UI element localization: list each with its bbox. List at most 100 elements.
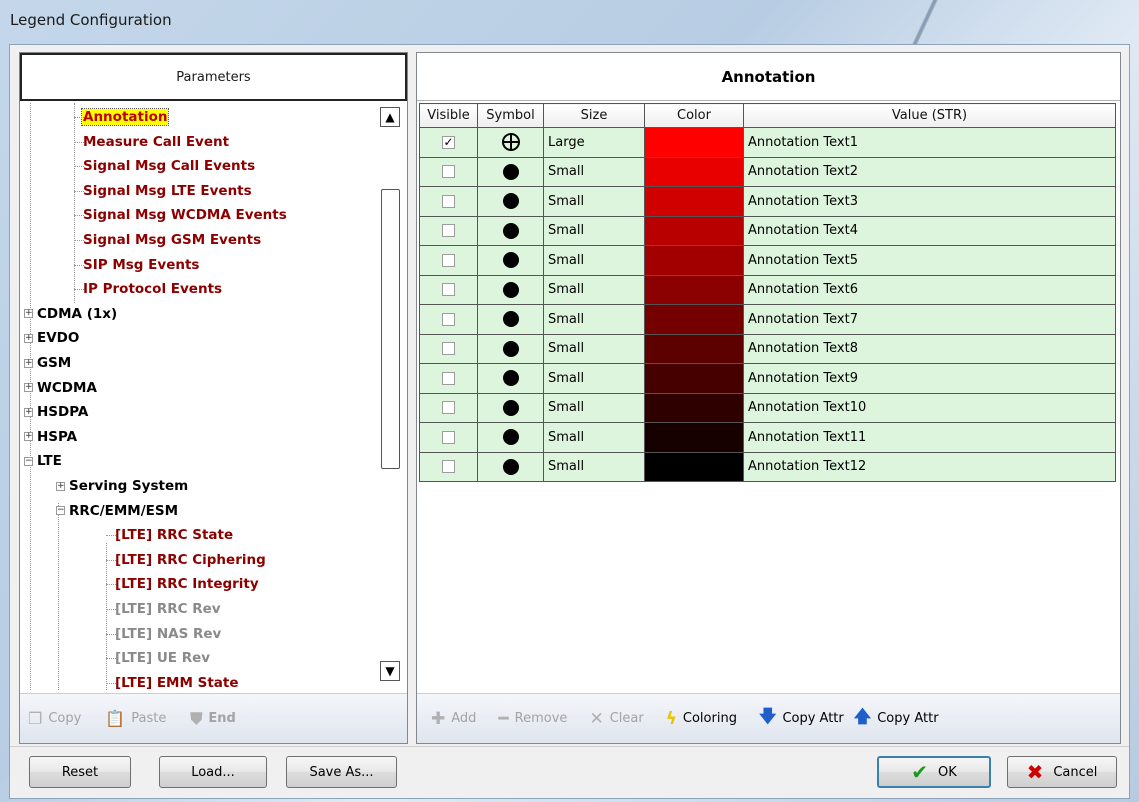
color-swatch[interactable] [644,422,744,453]
copy-button[interactable]: ❐ Copy [28,709,81,728]
col-symbol[interactable]: Symbol [477,103,544,128]
ok-button[interactable]: ✔ OK [877,756,991,788]
value-cell[interactable]: Annotation Text10 [743,392,1116,423]
col-size[interactable]: Size [543,103,645,128]
save-as-button[interactable]: Save As... [286,756,397,788]
size-cell[interactable]: Large [543,127,645,158]
load-button[interactable]: Load... [159,756,267,788]
copy-attr-down-button[interactable]: 🡇 Copy Attr [759,704,844,733]
size-cell[interactable]: Small [543,304,645,335]
size-cell[interactable]: Small [543,245,645,276]
tree-node[interactable]: Signal Msg LTE Events [74,180,253,202]
end-button[interactable]: ⛊ End [190,709,235,729]
color-swatch[interactable] [644,392,744,423]
symbol-cell[interactable] [477,333,544,364]
clear-button[interactable]: ✕ Clear [589,709,643,729]
expand-icon[interactable]: + [24,358,33,368]
symbol-cell[interactable] [477,186,544,217]
expand-icon[interactable]: + [24,432,33,442]
visible-checkbox[interactable] [442,342,455,356]
tree-node[interactable]: Signal Msg WCDMA Events [74,204,288,226]
add-button[interactable]: ✚ Add [431,709,476,729]
value-cell[interactable]: Annotation Text11 [743,422,1116,453]
col-color[interactable]: Color [644,103,744,128]
color-swatch[interactable] [644,186,744,217]
tree-node[interactable]: Measure Call Event [74,131,230,153]
symbol-cell[interactable] [477,392,544,423]
symbol-cell[interactable] [477,215,544,246]
cancel-button[interactable]: ✖ Cancel [1007,756,1117,788]
table-row[interactable]: Small Annotation Text8 [419,333,1116,364]
value-cell[interactable]: Annotation Text2 [743,156,1116,187]
color-swatch[interactable] [644,245,744,276]
symbol-cell[interactable] [477,363,544,394]
reset-button[interactable]: Reset [29,756,131,788]
tree-node[interactable]: + HSPA [24,426,78,448]
size-cell[interactable]: Small [543,333,645,364]
scroll-down-button[interactable]: ▼ [380,661,400,681]
value-cell[interactable]: Annotation Text8 [743,333,1116,364]
color-swatch[interactable] [644,363,744,394]
table-row[interactable]: ✓ Large Annotation Text1 [419,127,1116,158]
visible-checkbox[interactable] [442,312,455,326]
visible-checkbox[interactable] [442,460,455,474]
visible-checkbox[interactable] [442,194,455,208]
tree-node[interactable]: + HSDPA [24,401,89,423]
visible-checkbox[interactable] [442,165,455,179]
tree-node[interactable]: [LTE] NAS Rev [106,623,222,645]
col-visible[interactable]: Visible [419,103,478,128]
scroll-thumb[interactable] [381,189,400,469]
tree-node[interactable]: [LTE] UE Rev [106,647,211,669]
color-swatch[interactable] [644,451,744,482]
expand-icon[interactable]: + [24,333,33,343]
symbol-cell[interactable] [477,245,544,276]
tree-scrollbar[interactable]: ▲ ▼ [380,103,402,690]
visible-checkbox[interactable] [442,253,455,267]
coloring-button[interactable]: ϟ Coloring [666,709,737,729]
collapse-icon[interactable]: − [24,456,33,466]
tree-node[interactable]: IP Protocol Events [74,278,223,300]
value-cell[interactable]: Annotation Text4 [743,215,1116,246]
visible-checkbox[interactable] [442,224,455,238]
color-swatch[interactable] [644,304,744,335]
visible-checkbox[interactable] [442,371,455,385]
tree-node[interactable]: [LTE] EMM State [106,672,240,690]
size-cell[interactable]: Small [543,156,645,187]
tree-node[interactable]: Signal Msg GSM Events [74,229,262,251]
symbol-cell[interactable] [477,304,544,335]
value-cell[interactable]: Annotation Text3 [743,186,1116,217]
symbol-cell[interactable] [477,127,544,158]
paste-button[interactable]: 📋 Paste [105,709,166,728]
value-cell[interactable]: Annotation Text1 [743,127,1116,158]
col-value[interactable]: Value (STR) [743,103,1116,128]
tree-node[interactable]: [LTE] RRC Ciphering [106,549,267,571]
value-cell[interactable]: Annotation Text7 [743,304,1116,335]
color-swatch[interactable] [644,274,744,305]
tree-node[interactable]: [LTE] RRC Rev [106,598,222,620]
table-row[interactable]: Small Annotation Text12 [419,451,1116,482]
symbol-cell[interactable] [477,451,544,482]
value-cell[interactable]: Annotation Text12 [743,451,1116,482]
color-swatch[interactable] [644,333,744,364]
size-cell[interactable]: Small [543,422,645,453]
value-cell[interactable]: Annotation Text5 [743,245,1116,276]
size-cell[interactable]: Small [543,392,645,423]
tree-node[interactable]: + Serving System [56,475,189,497]
symbol-cell[interactable] [477,156,544,187]
tree-node[interactable]: SIP Msg Events [74,254,200,276]
value-cell[interactable]: Annotation Text6 [743,274,1116,305]
tree-node[interactable]: − LTE [24,450,63,472]
visible-checkbox[interactable] [442,401,455,415]
visible-checkbox[interactable]: ✓ [442,135,455,149]
visible-checkbox[interactable] [442,430,455,444]
tree-node[interactable]: Signal Msg Call Events [74,155,256,177]
expand-icon[interactable]: + [24,407,33,417]
expand-icon[interactable]: + [56,481,65,491]
color-swatch[interactable] [644,156,744,187]
table-row[interactable]: Small Annotation Text10 [419,392,1116,423]
size-cell[interactable]: Small [543,363,645,394]
tree-node[interactable]: [LTE] RRC Integrity [106,573,260,595]
table-row[interactable]: Small Annotation Text3 [419,186,1116,217]
tree-node[interactable]: − RRC/EMM/ESM [56,500,179,522]
visible-checkbox[interactable] [442,283,455,297]
